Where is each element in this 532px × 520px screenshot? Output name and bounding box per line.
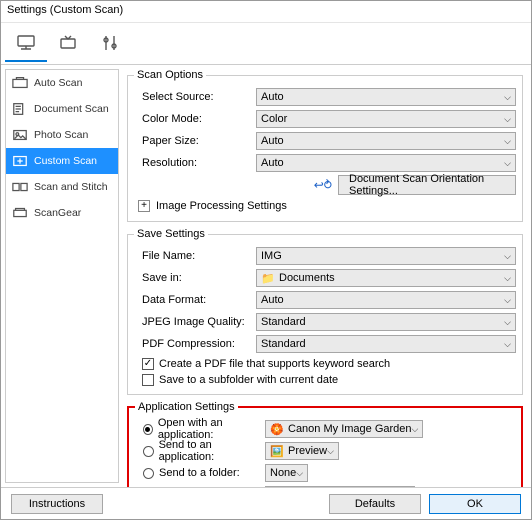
chevron-down-icon: ⌵ <box>504 92 511 103</box>
content-pane: Scan Options Select Source: Auto⌵ Color … <box>119 65 531 487</box>
defaults-button[interactable]: Defaults <box>329 494 421 514</box>
folder-icon: 📁 <box>261 272 275 285</box>
sidebar-item-scangear[interactable]: ScanGear <box>6 200 118 226</box>
send-to-folder-dropdown[interactable]: None⌵ <box>265 464 308 482</box>
sidebar-item-label: Scan and Stitch <box>34 181 108 193</box>
chevron-down-icon: ⌵ <box>327 446 334 457</box>
tab-scan-from-panel-icon[interactable] <box>47 26 89 62</box>
ok-button[interactable]: OK <box>429 494 521 514</box>
image-processing-toggle[interactable]: + Image Processing Settings <box>134 197 516 215</box>
file-name-label: File Name: <box>134 250 256 262</box>
preview-icon: 🖼️ <box>270 445 284 458</box>
sidebar-item-label: Photo Scan <box>34 129 88 141</box>
open-with-app-radio[interactable]: Open with an application: <box>135 417 265 441</box>
chevron-down-icon: ⌵ <box>412 424 419 435</box>
scan-options-group: Scan Options Select Source: Auto⌵ Color … <box>127 69 523 222</box>
scan-options-legend: Scan Options <box>134 69 206 81</box>
sidebar-item-photo-scan[interactable]: Photo Scan <box>6 122 118 148</box>
orientation-settings-button[interactable]: Document Scan Orientation Settings... <box>338 175 516 195</box>
sidebar: Auto Scan Document Scan Photo Scan Custo… <box>5 69 119 483</box>
app-icon: 🏵️ <box>270 423 284 436</box>
sidebar-item-label: Document Scan <box>34 103 109 115</box>
data-format-dropdown[interactable]: Auto⌵ <box>256 291 516 309</box>
open-with-app-dropdown[interactable]: 🏵️Canon My Image Garden⌵ <box>265 420 423 438</box>
sidebar-item-auto-scan[interactable]: Auto Scan <box>6 70 118 96</box>
checkbox-icon <box>142 374 154 386</box>
sidebar-item-scan-and-stitch[interactable]: Scan and Stitch <box>6 174 118 200</box>
checkbox-icon <box>142 358 154 370</box>
send-to-app-radio[interactable]: Send to an application: <box>135 439 265 463</box>
chevron-down-icon: ⌵ <box>504 273 511 284</box>
application-settings-group: Application Settings Open with an applic… <box>127 401 523 487</box>
resolution-label: Resolution: <box>134 157 256 169</box>
pdf-keyword-checkbox[interactable]: Create a PDF file that supports keyword … <box>134 356 516 372</box>
settings-window: Settings (Custom Scan) Auto Scan Documen… <box>0 0 532 520</box>
radio-icon <box>143 446 154 457</box>
application-settings-legend: Application Settings <box>135 401 238 413</box>
tab-scan-from-computer-icon[interactable] <box>5 26 47 62</box>
main-area: Auto Scan Document Scan Photo Scan Custo… <box>1 65 531 487</box>
paper-size-label: Paper Size: <box>134 135 256 147</box>
sidebar-item-label: Custom Scan <box>34 155 97 167</box>
resolution-dropdown[interactable]: Auto⌵ <box>256 154 516 172</box>
sidebar-item-custom-scan[interactable]: Custom Scan <box>6 148 118 174</box>
chevron-down-icon: ⌵ <box>504 136 511 147</box>
save-in-dropdown[interactable]: 📁Documents⌵ <box>256 269 516 287</box>
reverse-arrow-icon: ↩⥁ <box>314 178 332 192</box>
jpeg-quality-dropdown[interactable]: Standard⌵ <box>256 313 516 331</box>
chevron-down-icon: ⌵ <box>504 317 511 328</box>
select-source-dropdown[interactable]: Auto⌵ <box>256 88 516 106</box>
send-to-folder-radio[interactable]: Send to a folder: <box>135 467 265 479</box>
paper-size-dropdown[interactable]: Auto⌵ <box>256 132 516 150</box>
instructions-button[interactable]: Instructions <box>11 494 103 514</box>
pdf-compression-dropdown[interactable]: Standard⌵ <box>256 335 516 353</box>
save-settings-legend: Save Settings <box>134 228 208 240</box>
chevron-down-icon: ⌵ <box>504 114 511 125</box>
save-settings-group: Save Settings File Name: IMG⌵ Save in: 📁… <box>127 228 523 395</box>
subfolder-checkbox[interactable]: Save to a subfolder with current date <box>134 372 516 388</box>
top-tab-strip <box>1 23 531 65</box>
sidebar-item-label: Auto Scan <box>34 77 82 89</box>
chevron-down-icon: ⌵ <box>504 339 511 350</box>
pdf-compression-label: PDF Compression: <box>134 338 256 350</box>
expand-icon: + <box>138 200 150 212</box>
color-mode-label: Color Mode: <box>134 113 256 125</box>
send-to-app-dropdown[interactable]: 🖼️Preview⌵ <box>265 442 339 460</box>
chevron-down-icon: ⌵ <box>504 251 511 262</box>
chevron-down-icon: ⌵ <box>296 468 303 479</box>
sidebar-item-document-scan[interactable]: Document Scan <box>6 96 118 122</box>
radio-icon <box>143 424 153 435</box>
attach-email-dropdown[interactable]: ✉️None (Attach Manually)⌵ <box>265 486 415 487</box>
window-title: Settings (Custom Scan) <box>1 1 531 23</box>
file-name-field[interactable]: IMG⌵ <box>256 247 516 265</box>
radio-icon <box>143 468 154 479</box>
chevron-down-icon: ⌵ <box>504 158 511 169</box>
sidebar-item-label: ScanGear <box>34 207 81 219</box>
footer-bar: Instructions Defaults OK <box>1 487 531 519</box>
chevron-down-icon: ⌵ <box>504 295 511 306</box>
select-source-label: Select Source: <box>134 91 256 103</box>
data-format-label: Data Format: <box>134 294 256 306</box>
color-mode-dropdown[interactable]: Color⌵ <box>256 110 516 128</box>
tab-general-settings-icon[interactable] <box>89 26 131 62</box>
save-in-label: Save in: <box>134 272 256 284</box>
jpeg-quality-label: JPEG Image Quality: <box>134 316 256 328</box>
